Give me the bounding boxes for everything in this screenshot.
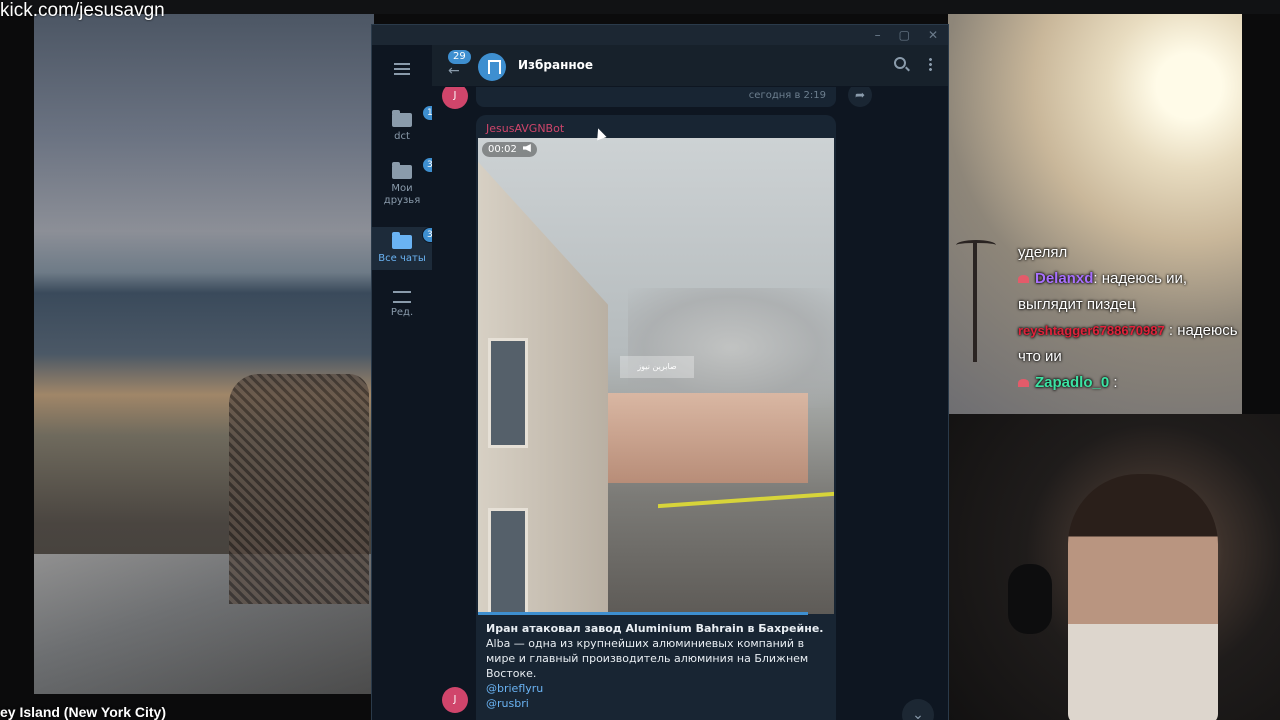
video-window (488, 508, 528, 614)
message-text-bold: Иран атаковал завод Aluminium Bahrain в … (486, 622, 824, 635)
microphone (1008, 564, 1052, 634)
message-text-body: Alba — одна из крупнейших алюминиевых ко… (486, 637, 809, 680)
search-icon[interactable] (894, 57, 906, 69)
bookmark-icon (478, 53, 506, 81)
chat-line: уделял (1018, 240, 1242, 266)
message-area: J сегодня в 2:19 ➦ JesusAVGNBot صابرين ن… (432, 87, 948, 720)
chat-text: уделял (1018, 244, 1068, 261)
minimize-button[interactable]: – (875, 28, 881, 42)
sender-avatar[interactable]: J (442, 87, 468, 109)
telegram-window: – ▢ ✕ 194 dct 36 Мои друзья 349 Все чаты… (371, 24, 949, 720)
stream-caption: ey Island (New York City) (0, 704, 166, 720)
folder-label: dct (394, 131, 410, 142)
video-window (488, 338, 528, 448)
chat-overlay: уделял Delanxd: надеюсь ии, выглядит пиз… (1018, 240, 1242, 396)
hamburger-menu-icon[interactable] (394, 63, 410, 75)
more-options-icon[interactable] (929, 57, 932, 71)
sender-name[interactable]: JesusAVGNBot (486, 122, 564, 135)
folder-label: Все чаты (378, 253, 426, 264)
chat-badge-icon (1018, 275, 1029, 283)
scroll-down-button[interactable]: ⌄ (902, 699, 934, 720)
muted-speaker-icon[interactable] (522, 144, 531, 152)
chat-line: Zapadlo_0 : (1018, 370, 1242, 396)
back-arrow-icon[interactable]: ← (448, 63, 460, 79)
chat-bubbles-icon: 349 (392, 227, 450, 249)
chat-header: 29 ← Избранное (432, 45, 948, 87)
video-smoke (628, 288, 834, 408)
close-button[interactable]: ✕ (928, 28, 938, 42)
link-brieflyru[interactable]: @brieflyru (486, 681, 543, 696)
video-progress-bar[interactable] (478, 612, 808, 615)
message-links: @brieflyru @rusbri (486, 681, 543, 711)
video-watermark: صابرين نيوز (620, 356, 694, 378)
folder-icon: 36 (392, 157, 444, 179)
video-wall (478, 161, 608, 614)
stream-url: kick.com/jesusavgn (0, 0, 165, 21)
video-building (608, 393, 808, 483)
chat-badge-icon (1018, 379, 1029, 387)
back-unread-badge: 29 (448, 50, 471, 64)
chat-username: Zapadlo_0 (1035, 374, 1110, 391)
chat-username: reyshtagger6788670987 (1018, 323, 1165, 338)
folder-icon: 194 (392, 105, 450, 127)
video-player[interactable]: صابرين نيوز 00:02 (478, 138, 834, 614)
roller-coaster (229, 374, 369, 604)
video-time-badge: 00:02 (482, 142, 537, 157)
stream-background-left (34, 14, 374, 694)
link-rusbri[interactable]: @rusbri (486, 696, 543, 711)
message-bubble: JesusAVGNBot صابرين نيوز 00:02 Иран атак… (476, 115, 836, 720)
folder-label: Ред. (390, 307, 414, 318)
chat-line: Delanxd: надеюсь ии, выглядит пиздец (1018, 270, 1188, 313)
folder-all-chats[interactable]: 349 Все чаты (372, 227, 450, 270)
sender-avatar[interactable]: J (442, 687, 468, 713)
streamer (1068, 474, 1218, 720)
browser-top-bar (0, 0, 1280, 14)
forward-icon[interactable]: ➦ (848, 87, 872, 107)
video-railing (658, 491, 834, 545)
folder-sidebar: 194 dct 36 Мои друзья 349 Все чаты Ред. (372, 45, 450, 720)
chat-line: reyshtagger6788670987 : надеюсь что ии (1018, 322, 1238, 365)
window-titlebar: – ▢ ✕ (372, 25, 948, 45)
message-time: сегодня в 2:19 (748, 90, 826, 101)
video-time: 00:02 (488, 144, 517, 155)
folder-friends[interactable]: 36 Мои друзья (372, 157, 444, 207)
folder-label: Мои друзья (383, 183, 421, 206)
parachute-tower (973, 242, 977, 362)
previous-message: сегодня в 2:19 (476, 87, 836, 107)
folder-dct[interactable]: 194 dct (372, 105, 450, 142)
maximize-button[interactable]: ▢ (899, 28, 910, 42)
screen: kick.com/jesusavgn ey Island (New York C… (0, 0, 1280, 720)
sliders-icon (393, 291, 411, 303)
message-text: Иран атаковал завод Aluminium Bahrain в … (486, 621, 828, 681)
chat-username: Delanxd (1035, 270, 1094, 287)
chat-title: Избранное (518, 58, 594, 72)
folder-edit[interactable]: Ред. (372, 291, 432, 318)
webcam-feed (948, 414, 1280, 720)
